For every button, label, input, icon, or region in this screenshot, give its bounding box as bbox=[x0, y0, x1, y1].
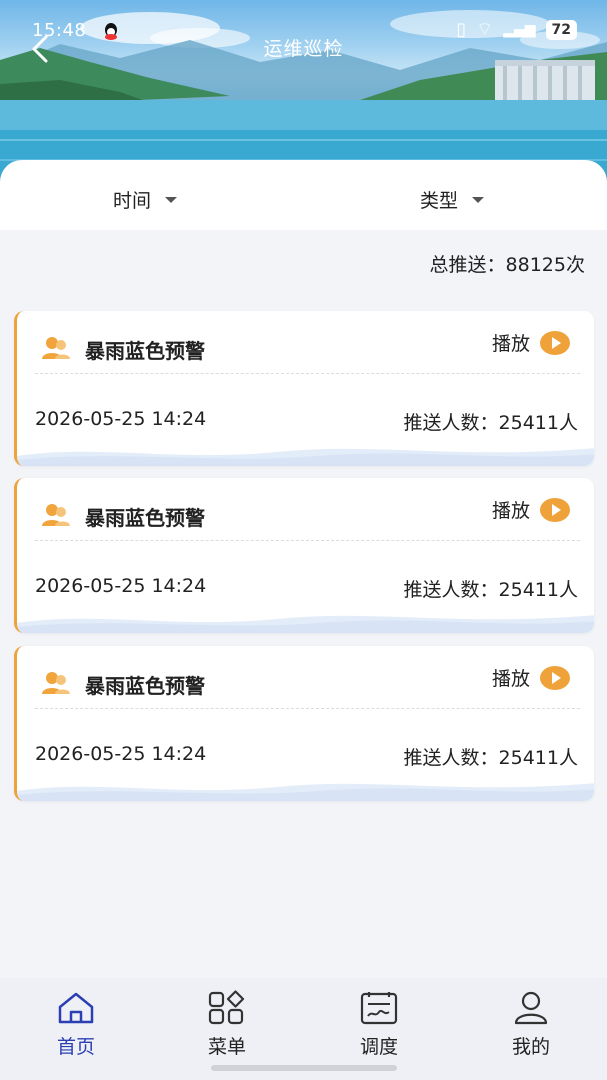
push-count-label: 推送人数： bbox=[403, 412, 499, 434]
home-indicator bbox=[211, 1065, 397, 1071]
time-filter-dropdown[interactable]: 时间 bbox=[113, 186, 178, 213]
play-button[interactable]: 播放 bbox=[492, 329, 570, 356]
alert-card[interactable]: 暴雨蓝色预警 播放 2026-05-25 14:24 推送人数：25411人 bbox=[14, 646, 594, 801]
caret-down-icon bbox=[165, 196, 178, 203]
total-push-value: 88125次 bbox=[505, 254, 585, 276]
wave-decoration bbox=[17, 783, 594, 801]
play-button[interactable]: 播放 bbox=[492, 664, 570, 691]
alert-title: 暴雨蓝色预警 bbox=[85, 506, 205, 530]
alert-datetime: 2026-05-25 14:24 bbox=[35, 575, 207, 597]
total-push-summary: 总推送：88125次 bbox=[430, 250, 585, 277]
user-icon bbox=[514, 991, 548, 1025]
nav-dispatch[interactable]: 调度 bbox=[329, 990, 429, 1059]
nav-dispatch-label: 调度 bbox=[359, 1036, 398, 1058]
grid-icon bbox=[208, 990, 245, 1025]
push-count-value: 25411人 bbox=[498, 579, 578, 601]
push-count: 推送人数：25411人 bbox=[404, 408, 578, 435]
divider bbox=[35, 373, 580, 374]
alert-card[interactable]: 暴雨蓝色预警 播放 2026-05-25 14:24 推送人数：25411人 bbox=[14, 478, 594, 633]
people-icon bbox=[42, 672, 70, 694]
people-icon bbox=[42, 504, 70, 526]
play-icon bbox=[540, 497, 570, 522]
alert-title: 暴雨蓝色预警 bbox=[85, 339, 205, 363]
nav-profile-label: 我的 bbox=[511, 1036, 550, 1058]
play-label: 播放 bbox=[491, 500, 530, 522]
alert-datetime: 2026-05-25 14:24 bbox=[35, 743, 207, 765]
alert-datetime: 2026-05-25 14:24 bbox=[35, 408, 207, 430]
push-count-label: 推送人数： bbox=[403, 747, 499, 769]
play-icon bbox=[540, 665, 570, 690]
time-filter-label: 时间 bbox=[113, 190, 152, 212]
nav-menu[interactable]: 菜单 bbox=[177, 990, 277, 1059]
alert-card[interactable]: 暴雨蓝色预警 播放 2026-05-25 14:24 推送人数：25411人 bbox=[14, 311, 594, 466]
alert-title: 暴雨蓝色预警 bbox=[85, 674, 205, 698]
type-filter-label: 类型 bbox=[420, 190, 459, 212]
push-count: 推送人数：25411人 bbox=[404, 743, 578, 770]
nav-home-label: 首页 bbox=[56, 1036, 95, 1058]
divider bbox=[35, 708, 580, 709]
play-label: 播放 bbox=[491, 668, 530, 690]
wave-decoration bbox=[17, 448, 594, 466]
caret-down-icon bbox=[472, 196, 485, 203]
push-count-value: 25411人 bbox=[498, 412, 578, 434]
play-icon bbox=[540, 330, 570, 355]
push-count: 推送人数：25411人 bbox=[404, 575, 578, 602]
page-title: 运维巡检 bbox=[263, 38, 344, 60]
filter-bar: 时间 类型 bbox=[0, 160, 607, 230]
wave-decoration bbox=[17, 615, 594, 633]
nav-home[interactable]: 首页 bbox=[26, 990, 126, 1059]
home-icon bbox=[58, 992, 94, 1024]
push-count-label: 推送人数： bbox=[403, 579, 499, 601]
dispatch-icon bbox=[360, 992, 398, 1025]
nav-profile[interactable]: 我的 bbox=[481, 990, 581, 1059]
total-push-label: 总推送： bbox=[429, 254, 506, 276]
play-label: 播放 bbox=[491, 333, 530, 355]
people-icon bbox=[42, 337, 70, 359]
type-filter-dropdown[interactable]: 类型 bbox=[420, 186, 485, 213]
nav-menu-label: 菜单 bbox=[207, 1036, 246, 1058]
divider bbox=[35, 540, 580, 541]
play-button[interactable]: 播放 bbox=[492, 496, 570, 523]
push-count-value: 25411人 bbox=[498, 747, 578, 769]
